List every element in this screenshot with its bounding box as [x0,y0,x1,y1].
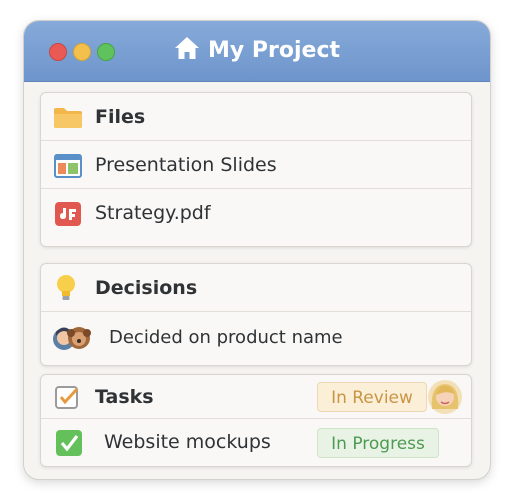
presentation-icon [53,153,83,178]
file-item-label: Strategy.pdf [95,202,211,224]
folder-icon [53,105,83,129]
files-header[interactable]: Files [41,93,471,141]
tasks-card: Tasks In Review Website mockups In Progr… [40,374,472,467]
avatars-icon [52,324,92,350]
lightbulb-icon [53,275,83,300]
checkbox-checked-icon[interactable] [53,385,83,409]
files-card: Files Presentation Slides Strategy.pdf [40,92,472,247]
decisions-header-label: Decisions [95,277,198,299]
decisions-card: Decisions Decided on product name [40,263,472,366]
check-icon[interactable] [53,429,83,456]
file-item-strategy-pdf[interactable]: Strategy.pdf [41,189,471,237]
user-avatar [427,379,463,419]
file-item-label: Presentation Slides [95,154,277,176]
files-header-label: Files [95,106,146,128]
title-bar: My Project [24,21,490,82]
task-item-label: Website mockups [104,431,271,453]
project-window: My Project Files Presentation Slides Str… [23,20,491,480]
task-item[interactable]: Website mockups In Progress [41,419,471,465]
window-title-area: My Project [24,36,490,66]
tasks-header[interactable]: Tasks In Review [41,375,471,419]
pdf-icon [53,201,83,226]
status-badge-in-progress[interactable]: In Progress [317,428,439,458]
decision-item[interactable]: Decided on product name [41,314,471,362]
status-badge-in-review[interactable]: In Review [317,382,427,412]
decision-item-label: Decided on product name [109,327,343,348]
home-icon [174,36,200,66]
window-title: My Project [208,38,340,63]
tasks-header-label: Tasks [95,386,154,408]
decisions-header[interactable]: Decisions [41,264,471,312]
file-item-presentation[interactable]: Presentation Slides [41,141,471,189]
